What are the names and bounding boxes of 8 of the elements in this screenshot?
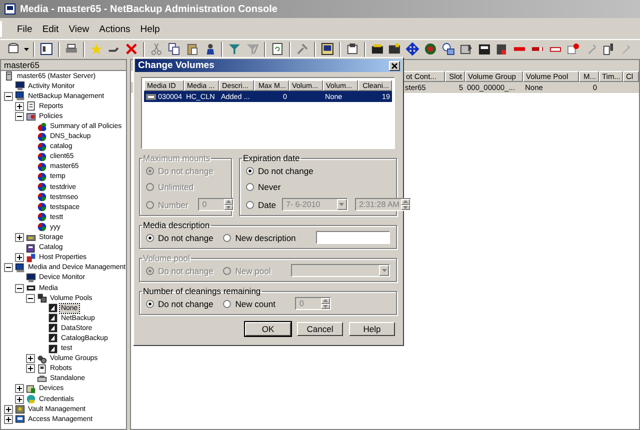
group-title: Maximum mounts — [142, 153, 212, 163]
pane-header: master65 — [1, 60, 126, 71]
group-title: Volume pool — [142, 253, 191, 263]
group-title: Media description — [142, 220, 211, 230]
window-title: Media - master65 - NetBackup Administration Console — [20, 4, 278, 14]
group-title: Number of cleanings remaining — [142, 286, 262, 296]
dialog-title: Change Volumes — [138, 60, 214, 71]
group-title: Expiration date — [242, 153, 301, 163]
